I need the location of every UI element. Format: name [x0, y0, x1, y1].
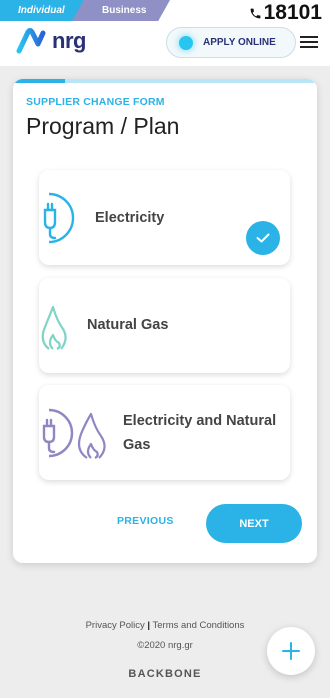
terms-link[interactable]: Terms and Conditions: [153, 620, 245, 631]
option-electricity-label: Electricity: [95, 210, 165, 226]
site-header: nrg APPLY ONLINE: [0, 22, 330, 66]
option-electricity-and-gas[interactable]: Electricity and Natural Gas: [39, 385, 290, 480]
apply-online-label: APPLY ONLINE: [203, 37, 276, 48]
progress-bar: [13, 79, 317, 83]
selected-check-icon: [246, 221, 280, 255]
next-button[interactable]: NEXT: [206, 504, 302, 543]
form-section-label: SUPPLIER CHANGE FORM: [26, 96, 165, 108]
form-card: SUPPLIER CHANGE FORM Program / Plan Elec…: [13, 79, 317, 563]
gas-flame-icon: [41, 305, 67, 350]
logo-text: nrg: [52, 28, 86, 53]
option-natural-gas-label: Natural Gas: [87, 317, 169, 333]
apply-indicator-icon: [179, 35, 193, 50]
nrg-logo[interactable]: nrg: [16, 28, 86, 54]
electric-plug-icon: [43, 192, 75, 243]
tab-business[interactable]: Business: [72, 0, 170, 21]
plus-icon: [282, 642, 300, 660]
option-label-line2: Gas: [123, 437, 151, 453]
top-bar: Individual Business 18101: [0, 0, 330, 24]
privacy-policy-link[interactable]: Privacy Policy: [86, 620, 145, 631]
logo-mark-icon: [16, 28, 46, 54]
option-label-line1: Electricity and Natural: [123, 413, 277, 429]
page-title: Program / Plan: [26, 113, 180, 139]
previous-button[interactable]: PREVIOUS: [117, 515, 174, 527]
tab-individual-label: Individual: [18, 5, 65, 16]
next-button-label: NEXT: [239, 517, 269, 530]
phone-icon: [250, 8, 260, 18]
footer-separator: |: [147, 620, 151, 631]
option-electricity[interactable]: Electricity: [39, 170, 290, 265]
tab-individual[interactable]: Individual: [0, 0, 84, 21]
progress-fill: [13, 79, 65, 83]
floating-add-button[interactable]: [267, 627, 315, 675]
apply-online-button[interactable]: APPLY ONLINE: [166, 27, 296, 58]
plug-and-flame-icon: [42, 408, 106, 459]
option-electricity-and-gas-label: Electricity and Natural Gas: [123, 409, 276, 457]
hamburger-menu-icon[interactable]: [300, 36, 318, 48]
option-natural-gas[interactable]: Natural Gas: [39, 278, 290, 373]
tab-business-label: Business: [102, 5, 147, 16]
